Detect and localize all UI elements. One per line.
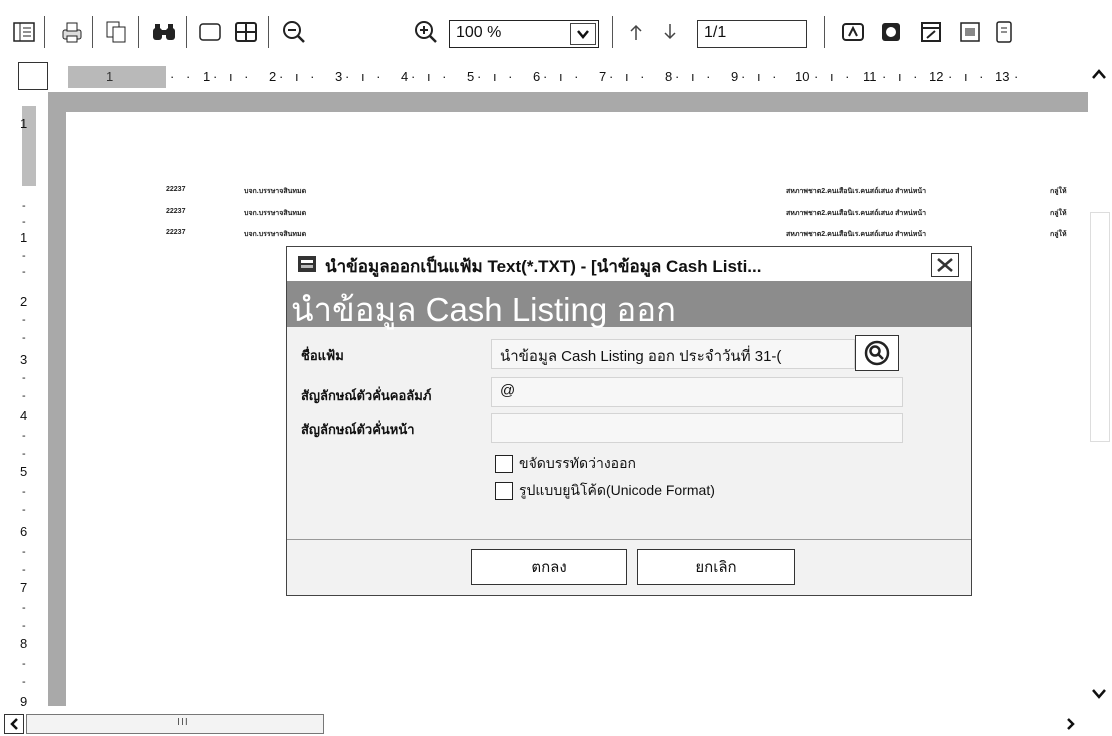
ruler-number: 6 (533, 69, 541, 84)
export-2-icon[interactable] (878, 18, 906, 46)
ruler-number: 2 (20, 294, 28, 309)
scroll-left-icon[interactable] (4, 714, 24, 734)
ruler-marker: 1 (106, 69, 114, 84)
table-row: 22237 บจก.บรรษาจสินทมด สหภาพชาต2.คนเสือน… (66, 186, 1090, 198)
printer-icon[interactable] (58, 18, 86, 46)
ruler-number: 7 (599, 69, 607, 84)
table-row: 22237 บจก.บรรษาจสินทมด สหภาพชาต2.คนเสือน… (66, 229, 1090, 241)
unicode-format-label: รูปแบบยูนิโค้ด(Unicode Format) (519, 482, 715, 498)
scroll-up-icon[interactable] (1088, 62, 1110, 86)
row-company: บจก.บรรษาจสินทมด (244, 210, 307, 217)
filename-label: ชื่อแฟ้ม (301, 348, 344, 363)
divider (287, 539, 971, 540)
page-frame-top (54, 92, 1090, 112)
ruler-number: 5 (20, 464, 28, 479)
dialog-header-title: นำข้อมูล Cash Listing ออก (291, 291, 676, 328)
ruler-number: 3 (335, 69, 343, 84)
dialog-titlebar: นำข้อมูลออกเป็นแฟ้ม Text(*.TXT) - [นำข้อ… (287, 247, 971, 281)
unicode-format-checkbox[interactable] (495, 482, 513, 500)
row-code: 22237 (166, 186, 186, 193)
cancel-button[interactable]: ยกเลิก (637, 549, 795, 585)
search-icon (864, 340, 890, 366)
row-detail: สหภาพชาต2.คนเสือนิเร.คนสถ์เสนง สำหน่หน้า (786, 210, 927, 217)
export-4-icon[interactable] (956, 18, 984, 46)
close-icon[interactable] (931, 253, 959, 277)
ruler-number: 1 (203, 69, 211, 84)
zoom-out-icon[interactable] (280, 18, 308, 46)
vertical-scroll-thumb[interactable] (1090, 212, 1110, 442)
chevron-down-icon[interactable] (570, 23, 596, 45)
toolbar: 100 % 1/1 (0, 0, 1112, 60)
ruler-number: 1 (20, 116, 28, 131)
horizontal-ruler: 1 · · 1 · ı · 2 · ı · 3 · ı · 4 · ı · 5 … (62, 66, 1090, 90)
row-group: กลู่ให้ (1050, 210, 1067, 217)
previous-page-icon[interactable] (622, 18, 650, 46)
ruler-margin: 1 (68, 66, 166, 88)
ruler-number: 5 (467, 69, 475, 84)
ruler-number: 13 (995, 69, 1010, 84)
ruler-number: 9 (731, 69, 739, 84)
zoom-select[interactable]: 100 % (449, 20, 599, 48)
ruler-number: 11 (863, 69, 877, 84)
page-number-value: 1/1 (704, 24, 727, 41)
remove-blank-lines-option[interactable]: ขจัดบรรทัดว่างออก (495, 453, 636, 475)
ruler-number: 12 (929, 69, 944, 84)
page-number-input[interactable]: 1/1 (697, 20, 807, 48)
multi-page-icon[interactable] (232, 18, 260, 46)
filename-field[interactable]: นำข้อมูล Cash Listing ออก ประจำวันที่ 31… (491, 339, 855, 369)
row-company: บจก.บรรษาจสินทมด (244, 188, 307, 195)
next-page-icon[interactable] (656, 18, 684, 46)
ruler-number: 8 (20, 636, 28, 651)
export-5-icon[interactable] (990, 18, 1018, 46)
ruler-corner (18, 62, 48, 90)
zoom-value: 100 % (456, 24, 502, 41)
page-separator-label: สัญลักษณ์ตัวคั่นหน้า (301, 422, 415, 437)
horizontal-scrollbar[interactable]: III (0, 712, 1112, 736)
find-icon[interactable] (150, 18, 178, 46)
zoom-in-icon[interactable] (412, 18, 440, 46)
row-code: 22237 (166, 208, 186, 215)
remove-blank-lines-label: ขจัดบรรทัดว่างออก (519, 455, 636, 471)
row-group: กลู่ให้ (1050, 188, 1067, 195)
ruler-number: 8 (665, 69, 673, 84)
ruler-number: 7 (20, 580, 28, 595)
ok-button[interactable]: ตกลง (471, 549, 627, 585)
ruler-number: 3 (20, 352, 28, 367)
row-detail: สหภาพชาต2.คนเสือนิเร.คนสถ์เสนง สำหน่หน้า (786, 231, 927, 238)
browse-button[interactable] (855, 335, 899, 371)
vertical-scrollbar[interactable] (1088, 62, 1112, 712)
dialog-title: นำข้อมูลออกเป็นแฟ้ม Text(*.TXT) - [นำข้อ… (325, 257, 762, 276)
horizontal-scroll-thumb[interactable]: III (26, 714, 324, 734)
ruler-number: 4 (401, 69, 409, 84)
ruler-number: 2 (269, 69, 277, 84)
row-company: บจก.บรรษาจสินทมด (244, 231, 307, 238)
sidebar-icon[interactable] (10, 18, 38, 46)
table-row: 22237 บจก.บรรษาจสินทมด สหภาพชาต2.คนเสือน… (66, 208, 1090, 220)
export-3-icon[interactable] (918, 18, 946, 46)
scroll-down-icon[interactable] (1088, 682, 1110, 706)
ruler-number: 9 (20, 694, 28, 709)
dialog-header: นำข้อมูล Cash Listing ออก (287, 281, 971, 328)
ruler-number: 1 (20, 230, 28, 245)
ruler-number: 6 (20, 524, 28, 539)
export-dialog: นำข้อมูลออกเป็นแฟ้ม Text(*.TXT) - [นำข้อ… (286, 246, 972, 596)
single-page-icon[interactable] (196, 18, 224, 46)
scroll-right-icon[interactable] (1060, 714, 1082, 734)
page-separator-field[interactable] (491, 413, 903, 443)
remove-blank-lines-checkbox[interactable] (495, 455, 513, 473)
row-code: 22237 (166, 229, 186, 236)
export-icon[interactable] (840, 18, 868, 46)
row-group: กลู่ให้ (1050, 231, 1067, 238)
ruler-number: 4 (20, 408, 28, 423)
vertical-ruler: 1 - - 1 - - 2 - - 3 - - 4 - - 5 - - 6 - … (18, 100, 48, 709)
unicode-format-option[interactable]: รูปแบบยูนิโค้ด(Unicode Format) (495, 480, 715, 502)
ruler-number: 10 (795, 69, 810, 84)
page-frame-left (48, 92, 66, 706)
column-separator-label: สัญลักษณ์ตัวคั่นคอลัมภ์ (301, 388, 432, 403)
window-icon (297, 255, 317, 273)
row-detail: สหภาพชาต2.คนเสือนิเร.คนสถ์เสนง สำหน่หน้า (786, 188, 927, 195)
column-separator-field[interactable]: @ (491, 377, 903, 407)
copy-icon[interactable] (102, 18, 130, 46)
